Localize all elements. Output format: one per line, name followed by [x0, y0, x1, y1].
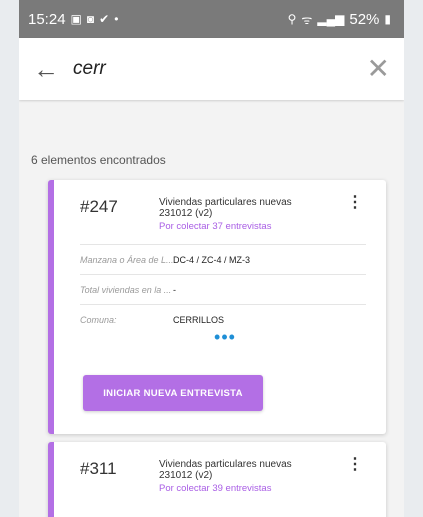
- detail-label: Total viviendas en la ...: [80, 284, 172, 295]
- status-bar: 15:24 ▣ ◙ ✔ • ⚲ ᯤ ▂▄▆ 52% ▮: [19, 0, 404, 38]
- back-arrow-icon[interactable]: ←: [33, 56, 73, 82]
- detail-value: -: [173, 284, 176, 295]
- card-title: Viviendas particulares nuevas 231012 (v2…: [159, 197, 292, 219]
- card-header: #311 Viviendas particulares nuevas 23101…: [54, 442, 386, 495]
- battery-icon: ▮: [384, 12, 391, 26]
- card-title: Viviendas particulares nuevas 231012 (v2…: [159, 459, 292, 481]
- search-input[interactable]: [73, 54, 367, 84]
- card-status: Por colectar 37 entrevistas: [159, 221, 272, 232]
- detail-row: Manzana o Área de L... DC-4 / ZC-4 / MZ-…: [80, 244, 366, 274]
- location-icon: ⚲: [287, 12, 297, 26]
- close-icon[interactable]: ✕: [367, 55, 390, 83]
- dot-icon: •: [114, 12, 119, 26]
- more-vert-icon[interactable]: ⋮: [347, 195, 363, 211]
- card-header: #247 Viviendas particulares nuevas 23101…: [54, 180, 386, 233]
- detail-value: DC-4 / ZC-4 / MZ-3: [173, 254, 251, 265]
- signal-icon: ▂▄▆: [317, 12, 345, 26]
- status-bar-right: ⚲ ᯤ ▂▄▆ 52% ▮: [288, 11, 391, 28]
- detail-label: Manzana o Área de L...: [80, 254, 173, 265]
- wifi-icon: ᯤ: [301, 12, 313, 27]
- results-count: 6 elementos encontrados: [31, 153, 166, 167]
- detail-row: Total viviendas en la ... -: [80, 274, 366, 304]
- result-card[interactable]: #311 Viviendas particulares nuevas 23101…: [48, 442, 386, 517]
- instagram-icon: ◙: [86, 12, 95, 26]
- battery-level: 52%: [349, 10, 380, 28]
- image-icon: ▣: [70, 12, 82, 26]
- search-bar: ← ✕: [19, 38, 404, 100]
- card-id: #247: [80, 197, 118, 216]
- card-status: Por colectar 39 entrevistas: [159, 483, 272, 494]
- start-interview-button[interactable]: INICIAR NUEVA ENTREVISTA: [83, 375, 263, 411]
- card-details: Manzana o Área de L... DC-4 / ZC-4 / MZ-…: [80, 244, 366, 334]
- detail-label: Comuna:: [80, 314, 117, 325]
- check-icon: ✔: [99, 12, 110, 26]
- status-time: 15:24: [28, 10, 66, 28]
- phone-screen: 15:24 ▣ ◙ ✔ • ⚲ ᯤ ▂▄▆ 52% ▮ ← ✕ 6 elemen…: [19, 0, 404, 517]
- card-id: #311: [80, 459, 117, 478]
- more-vert-icon[interactable]: ⋮: [347, 457, 363, 473]
- detail-value: CERRILLOS: [173, 314, 225, 325]
- card-info: Viviendas particulares nuevas 231012 (v2…: [159, 459, 309, 494]
- result-card[interactable]: #247 Viviendas particulares nuevas 23101…: [48, 180, 386, 434]
- card-info: Viviendas particulares nuevas 231012 (v2…: [159, 197, 309, 232]
- show-more-dots[interactable]: •••: [64, 328, 386, 350]
- status-bar-left: 15:24 ▣ ◙ ✔ •: [28, 11, 118, 28]
